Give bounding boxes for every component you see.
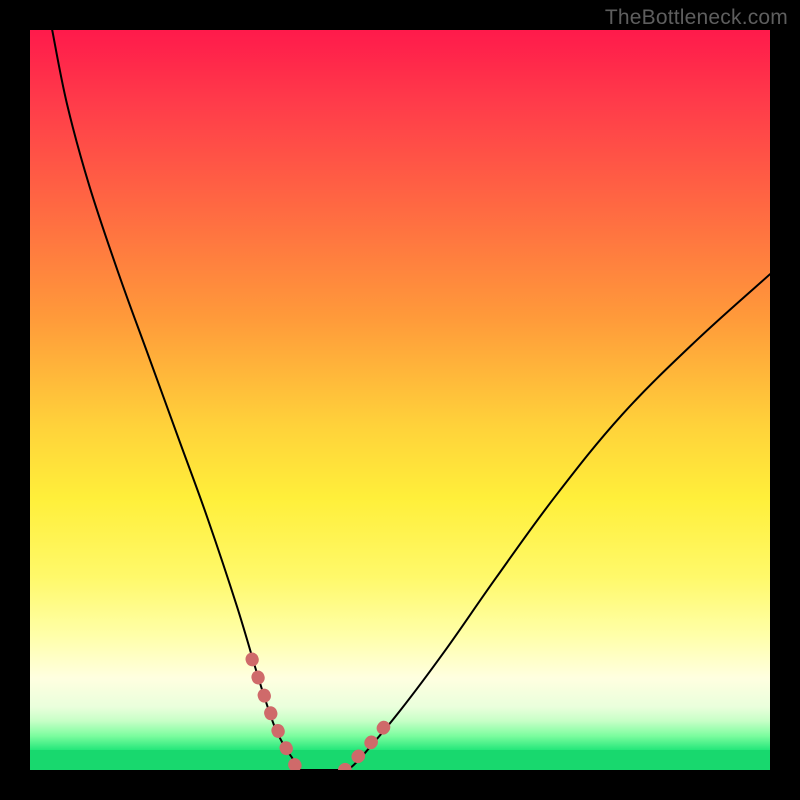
bottleneck-curve: [52, 30, 770, 770]
plot-area: [30, 30, 770, 770]
curve-layer: [30, 30, 770, 770]
right-tail-highlight: [345, 726, 386, 770]
watermark-text: TheBottleneck.com: [605, 6, 788, 30]
chart-frame: TheBottleneck.com: [0, 0, 800, 800]
left-tail-highlight: [252, 659, 298, 770]
